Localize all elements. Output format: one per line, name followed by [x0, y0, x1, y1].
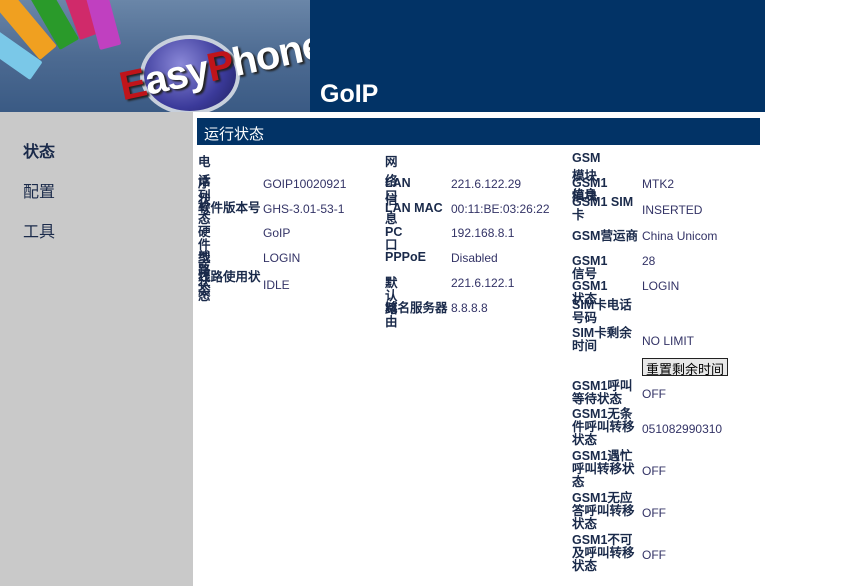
field-value: OFF [642, 464, 666, 478]
field-label: PPPoE [385, 250, 426, 264]
field-value: 221.6.122.1 [451, 276, 515, 290]
field-value: LOGIN [642, 279, 680, 293]
field-value: GoIP [263, 226, 291, 240]
field-label: LAN MAC [385, 201, 443, 215]
field-value: NO LIMIT [642, 334, 695, 348]
field-value: GOIP10020921 [263, 177, 347, 191]
field-value: 192.168.8.1 [451, 226, 515, 240]
field-value: 051082990310 [642, 422, 723, 436]
field-value: GHS-3.01-53-1 [263, 202, 345, 216]
field-label: GSM1不可及呼叫转移状态 [572, 533, 635, 573]
field-value: LOGIN [263, 251, 301, 265]
sidebar-item-config[interactable]: 配置 [23, 178, 55, 202]
field-value: IDLE [263, 278, 290, 292]
easyphone-logo: EasyPhone [0, 0, 310, 112]
field-value: OFF [642, 506, 666, 520]
field-value: MTK2 [642, 177, 675, 191]
field-label: GSM1信号 [572, 254, 608, 281]
field-label: SIM卡剩余时间 [572, 326, 632, 353]
sidebar: 状态 配置 工具 [0, 112, 193, 586]
reset-remaining-time-button[interactable]: 重置剩余时间 [642, 358, 728, 378]
field-value: 00:11:BE:03:26:22 [451, 202, 550, 216]
app-title: GoIP [320, 80, 379, 108]
field-label: GSM营运商 [572, 229, 638, 243]
field-label: GSM1无条件呼叫转移状态 [572, 407, 635, 447]
field-label: LAN口 [385, 176, 411, 203]
field-value: China Unicom [642, 229, 718, 243]
sidebar-item-status[interactable]: 状态 [23, 138, 55, 162]
field-label: GSM1呼叫等待状态 [572, 379, 633, 406]
field-value: 28 [642, 254, 656, 268]
field-value: 221.6.122.29 [451, 177, 522, 191]
field-label: GSM1无应答呼叫转移状态 [572, 491, 635, 531]
field-label: 域名服务器 [385, 301, 448, 315]
field-label: 软件版本号 [198, 201, 261, 215]
sidebar-item-tools[interactable]: 工具 [23, 218, 55, 242]
field-label: SIM卡电话号码 [572, 298, 632, 325]
page-title: 运行状态 [197, 118, 760, 145]
field-value: INSERTED [642, 203, 703, 217]
header: EasyPhone GoIP [0, 0, 765, 112]
field-label: GSM1遇忙呼叫转移状态 [572, 449, 635, 489]
field-value: OFF [642, 548, 666, 562]
field-value: OFF [642, 387, 666, 401]
field-label: GSM1 SIM卡 [572, 195, 634, 222]
field-label: PC口 [385, 225, 403, 252]
field-value: 8.8.8.8 [451, 301, 488, 315]
field-label: 线路使用状态 [198, 270, 261, 297]
field-value: Disabled [451, 251, 498, 265]
